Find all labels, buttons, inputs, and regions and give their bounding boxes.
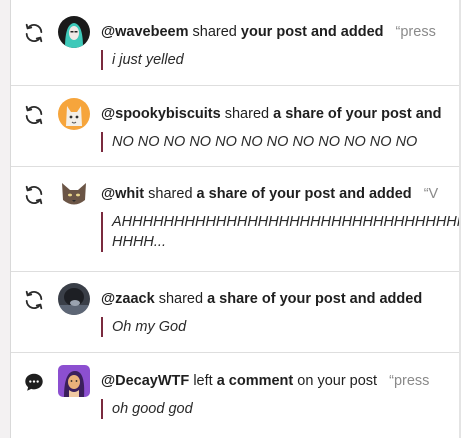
comment-icon [23, 371, 45, 393]
reblog-icon [23, 22, 45, 44]
post-quote: “press [389, 373, 430, 389]
action-verb: shared [148, 186, 193, 202]
username-link[interactable]: @wavebeem [101, 24, 189, 40]
notification-headline: @DecayWTF left a comment on your post “p… [101, 371, 429, 391]
notification-item[interactable]: @spookybiscuits shared a share of your p… [11, 86, 461, 167]
reblog-icon [23, 289, 45, 311]
post-link[interactable]: your post and added [241, 24, 384, 40]
comment-content: oh good god [101, 399, 193, 419]
action-verb: left [193, 373, 213, 389]
avatar[interactable] [58, 98, 90, 130]
added-content: NO NO NO NO NO NO NO NO NO NO NO NO [101, 132, 417, 152]
reblog-icon [23, 184, 45, 206]
username-link[interactable]: @spookybiscuits [101, 106, 221, 122]
added-text-line: HHHH... [112, 234, 166, 250]
notification-headline: @whit shared a share of your post and ad… [101, 184, 438, 204]
username-link[interactable]: @whit [101, 186, 144, 202]
avatar[interactable] [58, 365, 90, 397]
notification-item[interactable]: @whit shared a share of your post and ad… [11, 167, 461, 272]
comment-text: oh good god [112, 401, 193, 417]
avatar[interactable] [58, 178, 90, 210]
added-text: NO NO NO NO NO NO NO NO NO NO NO NO [112, 134, 418, 150]
action-verb: shared [192, 24, 237, 40]
action-verb: shared [158, 291, 204, 307]
avatar[interactable] [58, 16, 90, 48]
username-link[interactable]: @DecayWTF [101, 373, 189, 389]
added-content: i just yelled [101, 50, 184, 70]
comment-link[interactable]: a comment [217, 373, 294, 389]
post-quote: “press [395, 24, 436, 40]
notification-headline: @wavebeem shared your post and added “pr… [101, 22, 436, 42]
action-suffix: on your post [297, 373, 378, 389]
post-link[interactable]: a share of your post and added [197, 186, 412, 202]
added-content: AHHHHHHHHHHHHHHHHHHHHHHHHHHHHHHHHHHHH HH… [101, 212, 461, 252]
added-text-line: AHHHHHHHHHHHHHHHHHHHHHHHHHHHHHHHHHHHH [112, 214, 461, 230]
post-link[interactable]: a share of your post and added [207, 291, 422, 307]
notification-item[interactable]: @zaack shared a share of your post and a… [11, 272, 461, 353]
added-content: Oh my God [101, 317, 186, 337]
notification-item[interactable]: @DecayWTF left a comment on your post “p… [11, 353, 461, 438]
post-link[interactable]: a share of your post and [273, 106, 441, 122]
notification-headline: @zaack shared a share of your post and a… [101, 289, 422, 309]
avatar[interactable] [58, 283, 90, 315]
added-text: Oh my God [112, 319, 187, 335]
reblog-icon [23, 104, 45, 126]
action-verb: shared [224, 106, 270, 122]
notification-headline: @spookybiscuits shared a share of your p… [101, 104, 442, 124]
post-quote: “V [423, 186, 439, 202]
notification-feed: @wavebeem shared your post and added “pr… [10, 0, 461, 438]
username-link[interactable]: @zaack [101, 291, 155, 307]
added-text: i just yelled [112, 52, 184, 68]
notification-item[interactable]: @wavebeem shared your post and added “pr… [11, 0, 461, 86]
